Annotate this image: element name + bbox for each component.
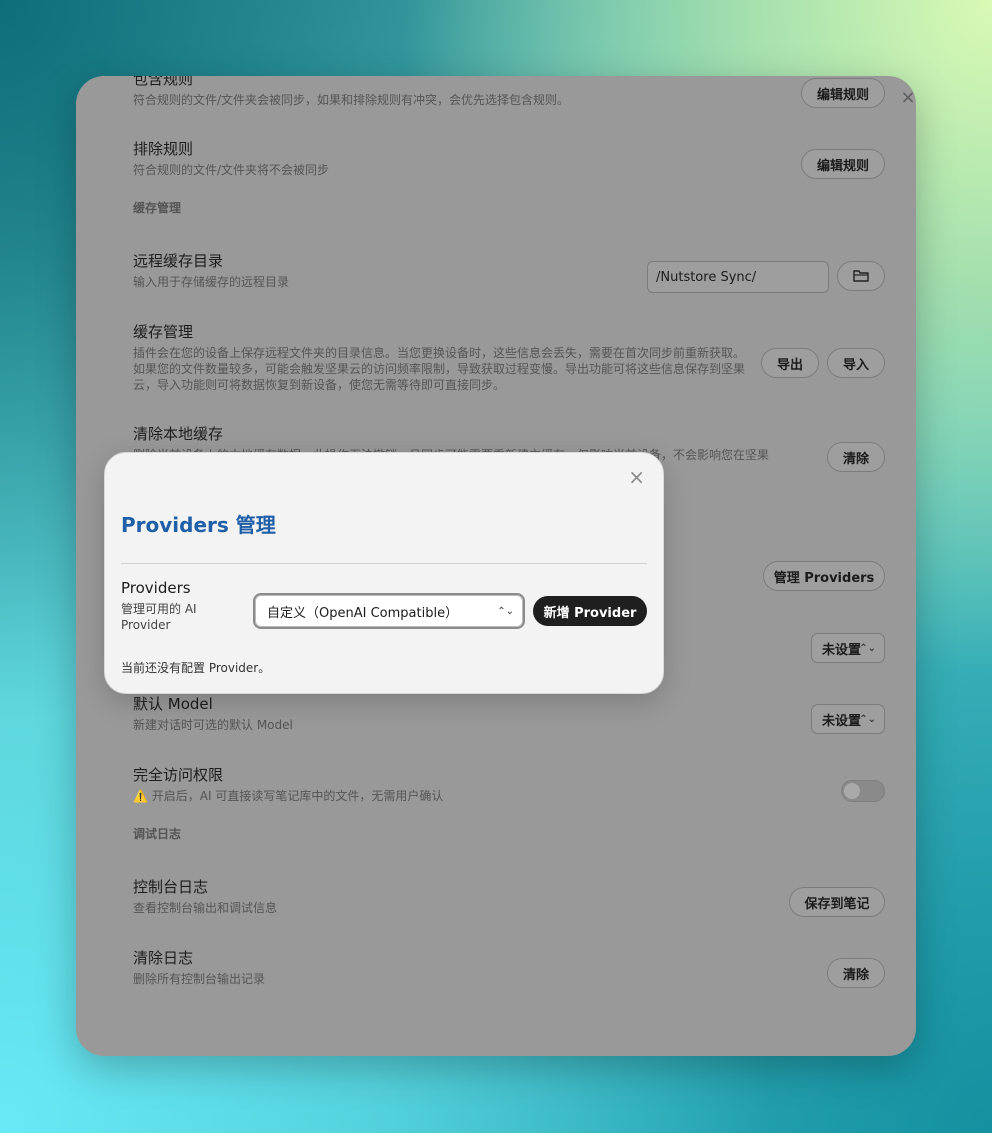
full-access-desc-line: ⚠️ 开启后，AI 可直接读写笔记库中的文件，无需用户确认 (133, 788, 885, 804)
cache-manage-desc: 插件会在您的设备上保存远程文件夹的目录信息。当您更换设备时，这些信息会丢失，需要… (133, 346, 746, 392)
choose-folder-button[interactable] (837, 261, 885, 291)
default-model-desc: 新建对话时可选的默认 Model (133, 718, 293, 732)
console-log-row: 控制台日志 查看控制台输出和调试信息 保存到笔记 (133, 877, 885, 917)
default-model-title: 默认 Model (133, 695, 213, 713)
close-icon[interactable]: × (900, 89, 916, 107)
full-access-toggle[interactable] (841, 780, 885, 802)
full-access-title: 完全访问权限 (133, 766, 224, 784)
providers-label: Providers (121, 579, 191, 597)
cache-manage-row: 缓存管理 插件会在您的设备上保存远程文件夹的目录信息。当您更换设备时，这些信息会… (133, 322, 885, 393)
full-access-row: 完全访问权限 ⚠️ 开启后，AI 可直接读写笔记库中的文件，无需用户确认 (133, 765, 885, 804)
clear-log-button[interactable]: 清除 (827, 958, 885, 988)
console-log-title: 控制台日志 (133, 878, 209, 896)
default-model-select[interactable]: 未设置 ⌃⌄ (811, 704, 885, 734)
divider (121, 563, 647, 564)
add-provider-button[interactable]: 新增 Provider (533, 596, 647, 626)
cache-section-heading: 缓存管理 (133, 201, 182, 215)
provider-type-value: 自定义（OpenAI Compatible） (267, 605, 459, 621)
import-button[interactable]: 导入 (827, 348, 885, 378)
manage-providers-button[interactable]: 管理 Providers (763, 561, 885, 591)
full-access-desc: 开启后，AI 可直接读写笔记库中的文件，无需用户确认 (151, 789, 444, 803)
provider-type-select[interactable]: 自定义（OpenAI Compatible） ⌃⌄ (253, 593, 525, 629)
clear-log-row: 清除日志 删除所有控制台输出记录 清除 (133, 948, 885, 988)
remote-cache-dir-row: 远程缓存目录 输入用于存储缓存的远程目录 /Nutstore Sync/ (133, 251, 885, 293)
toggle-knob (844, 783, 860, 799)
empty-providers-text: 当前还没有配置 Provider。 (121, 661, 271, 675)
providers-desc: 管理可用的 AI Provider (121, 602, 197, 632)
save-to-note-button[interactable]: 保存到笔记 (789, 887, 885, 917)
edit-exclude-rules-button[interactable]: 编辑规则 (800, 149, 885, 179)
debug-section-heading: 调试日志 (133, 827, 182, 841)
default-provider-value: 未设置 (822, 642, 862, 658)
folder-icon (853, 270, 869, 282)
clear-log-desc: 删除所有控制台输出记录 (133, 972, 266, 986)
exclude-rules-title: 排除规则 (133, 140, 194, 158)
exclude-rules-row: 排除规则 符合规则的文件/文件夹将不会被同步 编辑规则 (133, 139, 885, 179)
modal-title: Providers 管理 (121, 513, 276, 537)
chevron-updown-icon: ⌃⌄ (859, 642, 876, 654)
edit-include-rules-button[interactable]: 编辑规则 (800, 78, 885, 108)
include-rules-row: 包含规则 符合规则的文件/文件夹会被同步，如果和排除规则有冲突，会优先选择包含规… (133, 76, 885, 108)
default-model-value: 未设置 (822, 713, 862, 729)
include-rules-title: 包含规则 (133, 76, 194, 88)
clear-log-title: 清除日志 (133, 949, 194, 967)
providers-modal: × Providers 管理 Providers 管理可用的 AI Provid… (104, 452, 664, 694)
chevron-updown-icon: ⌃⌄ (859, 713, 876, 725)
export-button[interactable]: 导出 (761, 348, 819, 378)
exclude-rules-desc: 符合规则的文件/文件夹将不会被同步 (133, 163, 330, 177)
cache-manage-title: 缓存管理 (133, 323, 194, 341)
warning-icon: ⚠️ (133, 789, 148, 803)
chevron-updown-icon: ⌃⌄ (497, 605, 514, 617)
remote-cache-dir-input[interactable]: /Nutstore Sync/ (647, 261, 829, 293)
default-model-row: 默认 Model 新建对话时可选的默认 Model 未设置 ⌃⌄ (133, 694, 885, 734)
clear-cache-button[interactable]: 清除 (827, 442, 885, 472)
include-rules-desc: 符合规则的文件/文件夹会被同步，如果和排除规则有冲突，会优先选择包含规则。 (133, 93, 570, 107)
default-provider-select[interactable]: 未设置 ⌃⌄ (811, 633, 885, 663)
close-icon[interactable]: × (628, 467, 645, 487)
clear-local-cache-title: 清除本地缓存 (133, 425, 224, 443)
console-log-desc: 查看控制台输出和调试信息 (133, 901, 278, 915)
